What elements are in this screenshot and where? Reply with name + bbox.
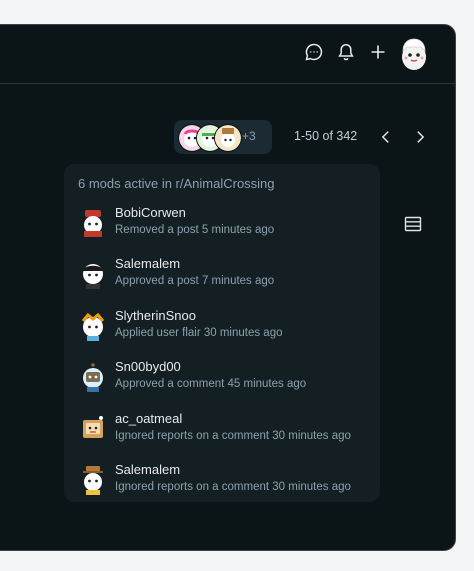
mod-avatar <box>84 210 102 237</box>
mod-avatar <box>83 416 103 438</box>
mod-name: BobiCorwen <box>115 205 186 220</box>
mod-list-item[interactable]: Salemalem Ignored reports on a comment 3… <box>78 459 368 503</box>
pagination-text: 1-50 of 342 <box>294 129 358 143</box>
chat-icon[interactable] <box>303 41 325 63</box>
popover-title: 6 mods active in r/AnimalCrossing <box>78 176 275 191</box>
bell-icon[interactable] <box>335 41 357 63</box>
list-view-icon[interactable] <box>403 214 423 234</box>
mod-list-item[interactable]: ac_oatmeal Ignored reports on a comment … <box>78 408 368 452</box>
mod-name: ac_oatmeal <box>115 411 183 426</box>
mod-name: Salemalem <box>115 256 181 271</box>
mod-action: Ignored reports on a comment 30 minutes … <box>115 481 351 493</box>
mod-avatar <box>214 124 242 152</box>
mod-name: Sn00byd00 <box>115 359 181 374</box>
chevron-left-icon <box>381 131 389 143</box>
mod-action: Removed a post 5 minutes ago <box>115 224 275 236</box>
mod-list-item[interactable]: Sn00byd00 Approved a comment 45 minutes … <box>78 356 368 400</box>
active-mods-popover: 6 mods active in r/AnimalCrossing BobiCo… <box>64 164 380 502</box>
mod-list-item[interactable]: Salemalem Approved a post 7 minutes ago <box>78 253 368 297</box>
mod-action: Approved a post 7 minutes ago <box>115 275 275 287</box>
mod-avatar <box>83 264 103 289</box>
plus-icon[interactable] <box>367 41 389 63</box>
mod-action: Approved a comment 45 minutes ago <box>115 378 307 390</box>
moderation-controls: +3 1-50 of 342 <box>0 120 455 154</box>
app-window: +3 1-50 of 342 6 mods active in r/Animal… <box>0 24 456 551</box>
mod-action: Applied user flair 30 minutes ago <box>115 327 283 339</box>
top-bar <box>0 25 455 84</box>
chevron-right-icon <box>417 131 425 143</box>
previous-page-button[interactable] <box>374 125 398 149</box>
mod-list-item[interactable]: SlytherinSnoo Applied user flair 30 minu… <box>78 305 368 349</box>
mod-avatar <box>83 363 103 392</box>
mod-avatar <box>81 312 105 341</box>
mod-list-item[interactable]: BobiCorwen Removed a post 5 minutes ago <box>78 202 368 246</box>
mod-avatar <box>83 466 103 495</box>
mod-name: Salemalem <box>115 462 181 477</box>
more-mods-count: +3 <box>242 129 256 143</box>
mod-name: SlytherinSnoo <box>115 308 196 323</box>
mod-action: Ignored reports on a comment 30 minutes … <box>115 430 351 442</box>
active-mods-button[interactable]: +3 <box>174 120 272 154</box>
next-page-button[interactable] <box>408 125 432 149</box>
user-avatar[interactable] <box>399 37 429 71</box>
